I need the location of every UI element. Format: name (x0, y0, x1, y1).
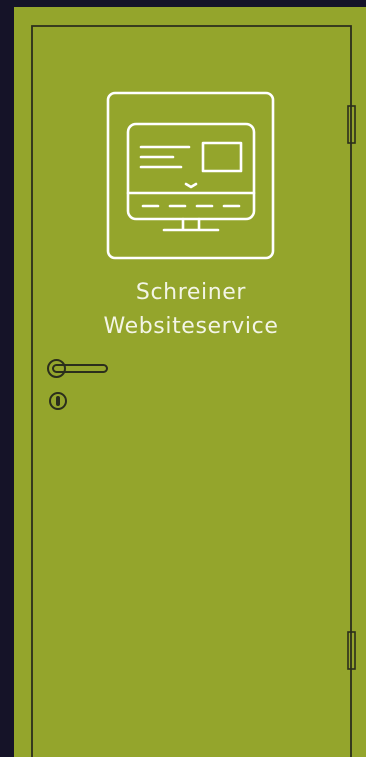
door-handle-icon (47, 359, 108, 378)
sign-title-line1: Schreiner (135, 280, 247, 305)
keyhole-icon (49, 392, 67, 410)
monitor-website-icon (106, 91, 275, 260)
sign-title-line2: Websiteservice (103, 314, 279, 339)
door-frame-outline (31, 25, 352, 757)
door-illustration: Schreiner Websiteservice (0, 0, 366, 757)
door-drawing (31, 25, 356, 757)
